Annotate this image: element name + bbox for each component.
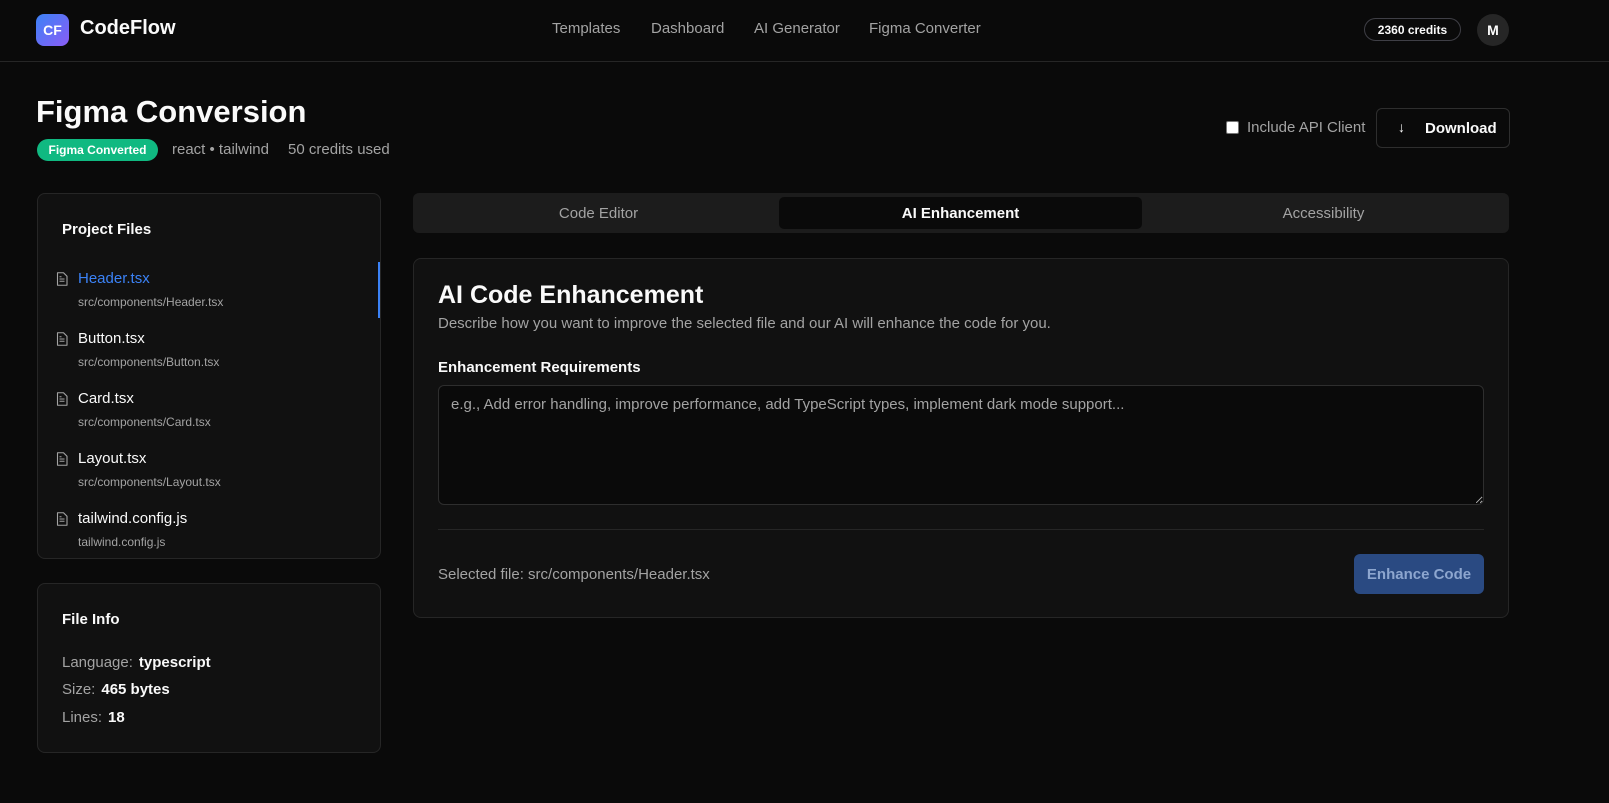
file-path: tailwind.config.js <box>78 535 166 549</box>
file-text-icon <box>56 512 68 526</box>
file-item[interactable]: Card.tsx src/components/Card.tsx <box>38 382 380 440</box>
panel-description: Describe how you want to improve the sel… <box>438 315 1051 332</box>
view-tabs: Code Editor AI Enhancement Accessibility <box>413 193 1509 233</box>
file-text-icon <box>56 272 68 286</box>
file-item[interactable]: Header.tsx src/components/Header.tsx <box>38 262 380 320</box>
tech-stack: react • tailwind <box>172 141 269 158</box>
logo-icon[interactable]: CF <box>36 14 69 46</box>
requirements-textarea[interactable] <box>438 385 1484 505</box>
file-name: Layout.tsx <box>78 450 147 467</box>
nav-templates[interactable]: Templates <box>552 20 620 37</box>
page-title: Figma Conversion <box>36 94 307 129</box>
nav-dashboard[interactable]: Dashboard <box>651 20 724 37</box>
arrow-down-icon: ↓ <box>1398 119 1405 135</box>
include-api-checkbox[interactable] <box>1226 121 1239 134</box>
size-label: Size: <box>62 681 96 698</box>
requirements-label: Enhancement Requirements <box>438 359 641 376</box>
language-label: Language: <box>62 654 133 671</box>
enhance-code-button[interactable]: Enhance Code <box>1354 554 1484 594</box>
tab-accessibility[interactable]: Accessibility <box>1142 197 1505 229</box>
lines-label: Lines: <box>62 709 103 726</box>
credits-used: 50 credits used <box>288 141 390 158</box>
file-item[interactable]: Button.tsx src/components/Button.tsx <box>38 322 380 380</box>
lines-value: 18 <box>108 709 125 726</box>
nav-ai-generator[interactable]: AI Generator <box>754 20 840 37</box>
download-label: Download <box>1425 120 1497 137</box>
divider <box>438 529 1484 530</box>
file-name: tailwind.config.js <box>78 510 188 527</box>
panel-title: AI Code Enhancement <box>438 281 704 309</box>
download-button[interactable]: ↓ Download <box>1376 108 1510 148</box>
status-badge: Figma Converted <box>37 139 158 161</box>
file-info-title: File Info <box>62 611 120 628</box>
file-name: Card.tsx <box>78 390 134 407</box>
project-files-title: Project Files <box>62 221 152 238</box>
brand-name[interactable]: CodeFlow <box>80 17 176 40</box>
tab-code-editor[interactable]: Code Editor <box>417 197 780 229</box>
top-navbar: CF CodeFlow Templates Dashboard AI Gener… <box>0 0 1609 62</box>
file-text-icon <box>56 452 68 466</box>
file-path: src/components/Header.tsx <box>78 295 224 309</box>
selected-file-text: Selected file: src/components/Header.tsx <box>438 566 710 583</box>
file-path: src/components/Card.tsx <box>78 415 211 429</box>
credits-badge: 2360 credits <box>1364 18 1461 41</box>
project-files-card: Project Files Header.tsx src/components/H… <box>37 193 381 559</box>
language-value: typescript <box>138 654 211 671</box>
file-text-icon <box>56 392 68 406</box>
file-path: src/components/Button.tsx <box>78 355 220 369</box>
file-path: src/components/Layout.tsx <box>78 475 221 489</box>
file-item[interactable]: tailwind.config.js tailwind.config.js <box>38 502 380 560</box>
file-info-card: File Info Language: typescript Size: 465 b… <box>37 583 381 753</box>
size-value: 465 bytes <box>101 681 170 698</box>
file-size-row: Size: 465 bytes <box>62 681 170 698</box>
include-api-label[interactable]: Include API Client <box>1247 119 1365 136</box>
tab-ai-enhancement[interactable]: AI Enhancement <box>779 197 1142 229</box>
file-language-row: Language: typescript <box>62 654 211 671</box>
file-name: Header.tsx <box>78 270 150 287</box>
file-name: Button.tsx <box>78 330 145 347</box>
file-item[interactable]: Layout.tsx src/components/Layout.tsx <box>38 442 380 500</box>
file-text-icon <box>56 332 68 346</box>
ai-enhancement-panel: AI Code Enhancement Describe how you wan… <box>413 258 1509 618</box>
file-lines-row: Lines: 18 <box>62 709 125 726</box>
avatar[interactable]: M <box>1477 14 1509 46</box>
nav-figma-converter[interactable]: Figma Converter <box>869 20 981 37</box>
